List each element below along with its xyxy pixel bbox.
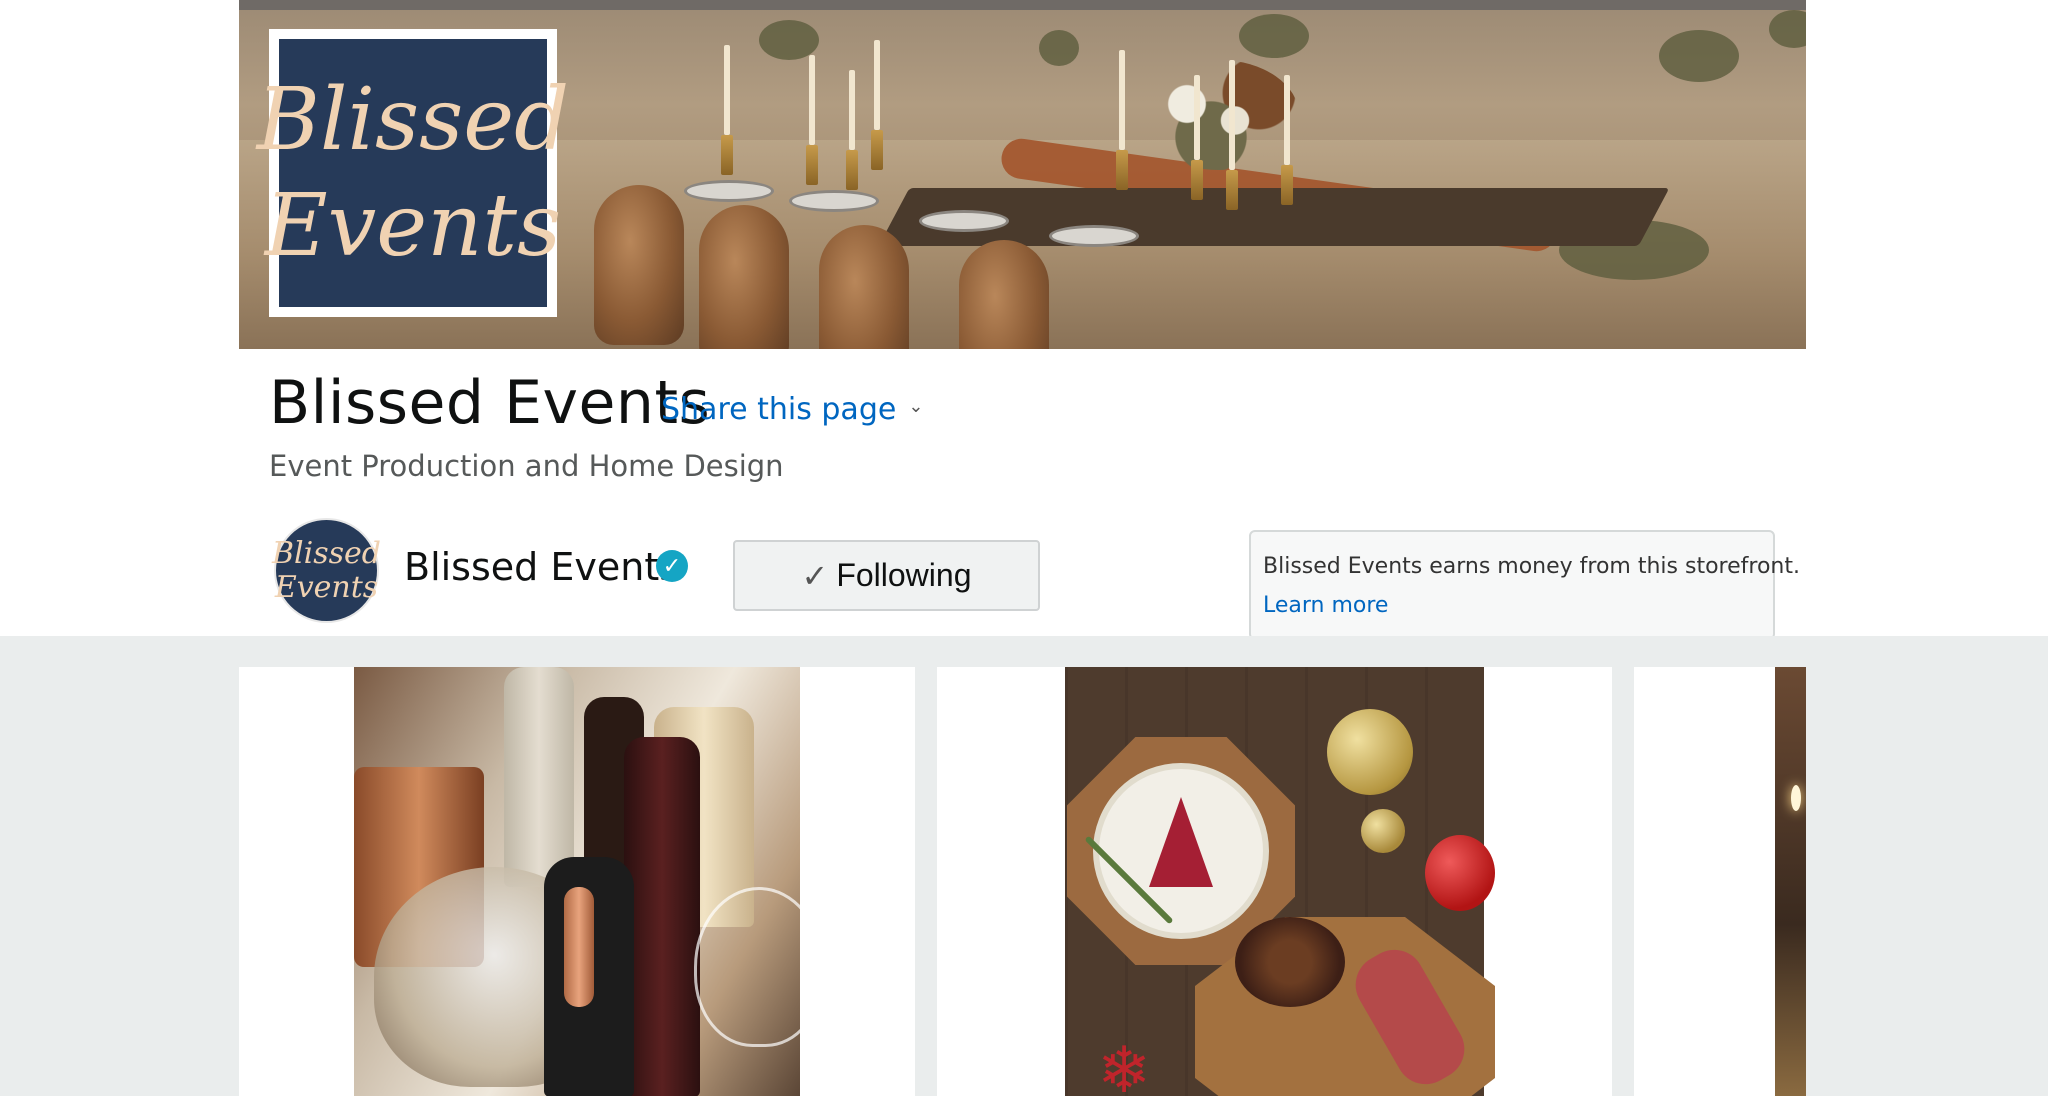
brand-logo-line1: Blissed — [256, 70, 570, 170]
banner-candle — [1281, 75, 1293, 205]
post-image[interactable]: ❄ — [1065, 667, 1495, 1096]
banner-candle — [1116, 50, 1128, 190]
banner-plate — [684, 180, 774, 202]
post-card[interactable] — [239, 667, 915, 1096]
banner-shrub — [1659, 30, 1739, 82]
snowflake-icon: ❄ — [1097, 1034, 1151, 1096]
candle-flame — [1791, 785, 1801, 811]
banner-florals — [1139, 60, 1299, 170]
disclosure-text: Blissed Events earns money from this sto… — [1263, 554, 1800, 579]
post-card[interactable]: ❄ — [937, 667, 1612, 1096]
earnings-disclosure: Blissed Events earns money from this sto… — [1249, 530, 1800, 640]
banner-plate — [1049, 225, 1139, 247]
post-card[interactable] — [1634, 667, 1806, 1096]
banner-candle — [721, 45, 733, 175]
learn-more-link[interactable]: Learn more — [1263, 593, 1761, 618]
share-page-label: Share this page — [661, 392, 897, 427]
storefront-page: Blissed Events Blissed Events Share this… — [0, 0, 2048, 1096]
banner-shrub — [759, 20, 819, 60]
banner-candle — [846, 70, 858, 190]
page-title: Blissed Events — [269, 368, 711, 438]
banner-candle — [806, 55, 818, 185]
page-subtitle: Event Production and Home Design — [269, 449, 784, 483]
banner-shrub — [1769, 10, 1806, 48]
bottle — [624, 737, 700, 1096]
wine-glass — [694, 887, 824, 1047]
following-button[interactable]: ✓ Following — [733, 540, 1040, 611]
following-label: Following — [836, 557, 972, 593]
post-image[interactable] — [354, 667, 824, 1096]
banner-candle — [871, 40, 883, 170]
chevron-down-icon: ⌄ — [908, 396, 924, 417]
brand-logo-mark: Blissed Events — [257, 39, 569, 307]
banner-shrub — [1039, 30, 1079, 66]
brand-logo: Blissed Events — [257, 29, 569, 317]
gold-ornament — [1327, 709, 1413, 795]
brand-logo-line2: Events — [264, 176, 562, 276]
verified-check-icon: ✓ — [656, 550, 688, 582]
banner-candle — [1226, 60, 1238, 210]
banner-chair — [699, 205, 789, 349]
share-page-link[interactable]: Share this page ⌄ — [661, 392, 923, 427]
avatar[interactable]: Blissed Events — [272, 518, 381, 623]
banner-chair — [819, 225, 909, 349]
wine-opener — [544, 857, 634, 1096]
avatar-line2: Events — [274, 569, 379, 605]
checkmark-icon: ✓ — [801, 557, 829, 594]
red-ornament — [1425, 835, 1495, 911]
banner-plate — [919, 210, 1009, 232]
influencer-name[interactable]: Blissed Events — [404, 545, 679, 589]
banner-chair — [594, 185, 684, 345]
banner-plate — [789, 190, 879, 212]
banner-chair — [959, 240, 1049, 349]
bottle — [504, 667, 574, 887]
post-image[interactable] — [1775, 667, 1806, 1096]
banner-candle — [1191, 75, 1203, 200]
gold-ornament-small — [1361, 809, 1405, 853]
avatar-line1: Blissed — [272, 535, 381, 571]
banner-shrub — [1239, 14, 1309, 58]
banner-sky — [239, 0, 1806, 10]
nuts-pile — [1235, 917, 1345, 1007]
